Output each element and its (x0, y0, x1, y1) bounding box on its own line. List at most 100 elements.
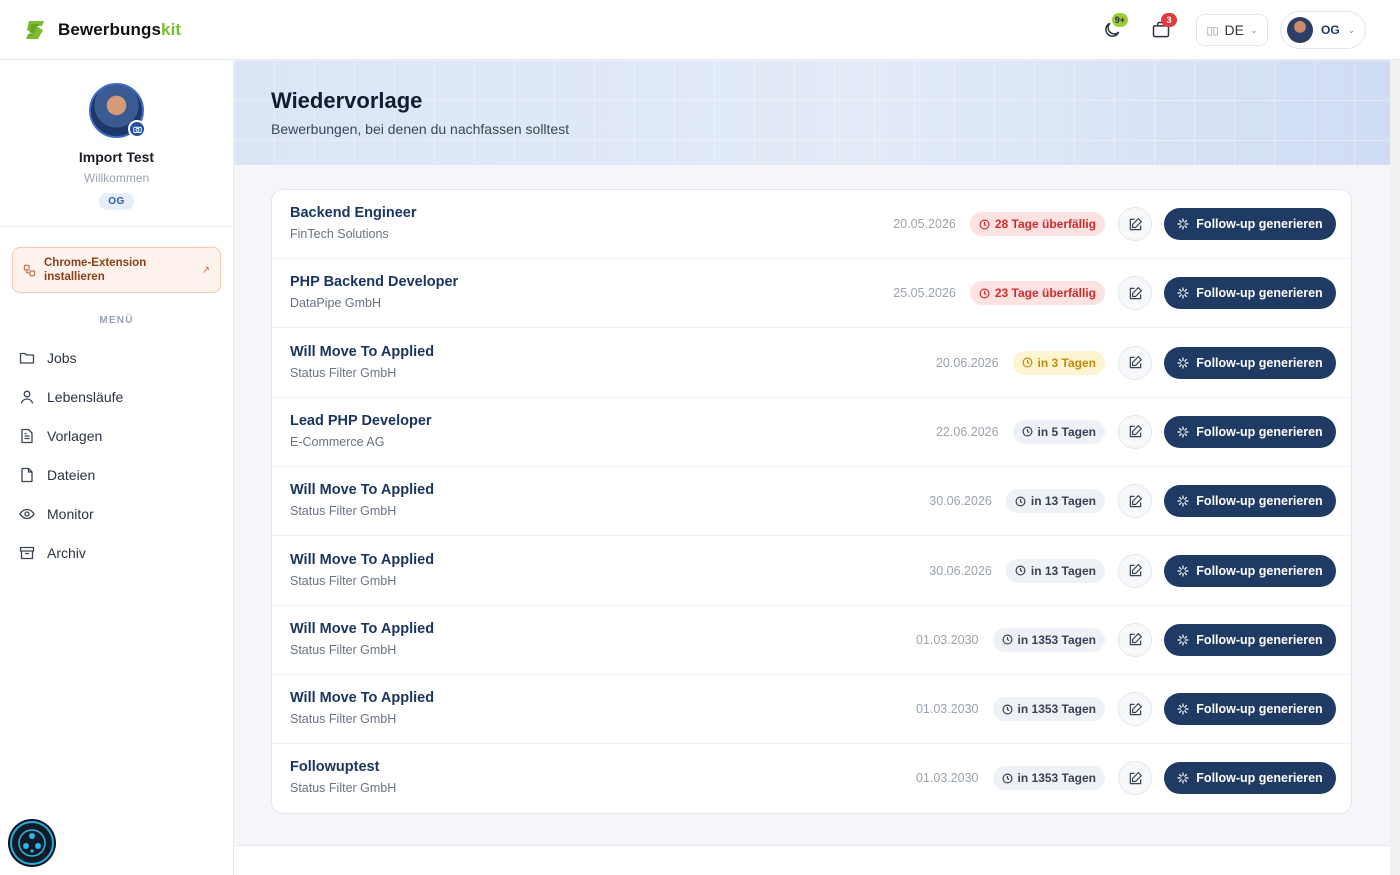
sidebar-item-archiv[interactable]: Archiv (0, 533, 233, 572)
generate-followup-label: Follow-up generieren (1196, 355, 1323, 370)
file-icon (21, 467, 33, 482)
due-status-label: in 13 Tagen (1030, 563, 1096, 578)
followup-date: 25.05.2026 (893, 286, 956, 301)
generate-followup-button[interactable]: Follow-up generieren (1164, 346, 1336, 379)
followup-row[interactable]: PHP Backend Developer DataPipe GmbH 25.0… (272, 259, 1351, 329)
edit-icon (1129, 771, 1142, 785)
language-select[interactable]: ▯▯ DE ⌄ (1196, 14, 1268, 46)
sidebar-item-label: Vorlagen (47, 427, 103, 444)
archive-icon (19, 546, 35, 559)
edit-icon (1129, 702, 1142, 715)
inbox-button[interactable]: 3 (1141, 11, 1181, 49)
followup-date: 30.06.2026 (929, 563, 992, 578)
generate-followup-label: Follow-up generieren (1196, 632, 1323, 647)
generate-followup-button[interactable]: Follow-up generieren (1164, 762, 1336, 795)
edit-button[interactable] (1118, 692, 1152, 727)
sparkle-icon (1177, 772, 1189, 784)
company-name: FinTech Solutions (290, 227, 389, 241)
sparkle-icon (1177, 356, 1189, 369)
generate-followup-button[interactable]: Follow-up generieren (1164, 693, 1336, 726)
followup-row[interactable]: Followuptest Status Filter GmbH 01.03.20… (272, 744, 1351, 813)
edit-icon (1129, 633, 1142, 646)
generate-followup-button[interactable]: Follow-up generieren (1164, 554, 1336, 587)
generate-followup-button[interactable]: Follow-up generieren (1164, 485, 1336, 518)
generate-followup-label: Follow-up generieren (1196, 494, 1323, 509)
due-status-badge: 28 Tage überfällig (969, 212, 1105, 236)
due-status-label: in 13 Tagen (1030, 494, 1096, 509)
generate-followup-label: Follow-up generieren (1196, 286, 1323, 301)
generate-followup-label: Follow-up generieren (1196, 424, 1323, 439)
edit-icon (1129, 356, 1142, 369)
camera-icon[interactable] (128, 120, 146, 138)
generate-followup-label: Follow-up generieren (1196, 702, 1323, 717)
sidebar-item-dateien[interactable]: Dateien (0, 455, 233, 494)
job-title-link[interactable]: Will Move To Applied (290, 552, 434, 568)
followup-row[interactable]: Will Move To Applied Status Filter GmbH … (272, 329, 1351, 398)
company-name: DataPipe GmbH (290, 296, 382, 311)
brand-name: Bewerbungskit (58, 20, 182, 39)
brand-logo-link[interactable]: Bewerbungskit (24, 18, 181, 42)
generate-followup-button[interactable]: Follow-up generieren (1164, 208, 1336, 240)
followup-row[interactable]: Lead PHP Developer E-Commerce AG 22.06.2… (272, 398, 1351, 467)
generate-followup-button[interactable]: Follow-up generieren (1164, 415, 1336, 448)
job-title-link[interactable]: Backend Engineer (290, 205, 417, 221)
followup-row[interactable]: Will Move To Applied Status Filter GmbH … (272, 675, 1351, 745)
folder-icon (19, 352, 35, 364)
extension-icon (23, 264, 36, 276)
followup-row[interactable]: Backend Engineer FinTech Solutions 20.05… (272, 190, 1351, 259)
clock-icon (979, 219, 990, 229)
job-title-link[interactable]: Lead PHP Developer (290, 413, 432, 429)
edit-button[interactable] (1118, 484, 1152, 519)
edit-button[interactable] (1118, 345, 1152, 380)
generate-followup-button[interactable]: Follow-up generieren (1164, 277, 1336, 310)
followup-date: 01.03.2030 (915, 771, 979, 786)
generate-followup-label: Follow-up generieren (1196, 771, 1323, 786)
job-title-link[interactable]: PHP Backend Developer (290, 274, 458, 290)
avatar (1287, 17, 1313, 43)
followup-row[interactable]: Will Move To Applied Status Filter GmbH … (272, 467, 1351, 537)
job-title-link[interactable]: Will Move To Applied (290, 621, 434, 637)
edit-button[interactable] (1118, 414, 1152, 449)
assistant-launcher-button[interactable] (10, 821, 54, 865)
document-icon (21, 428, 33, 443)
job-title-link[interactable]: Will Move To Applied (290, 482, 434, 498)
clock-icon (1002, 634, 1013, 645)
generate-followup-button[interactable]: Follow-up generieren (1164, 623, 1336, 656)
external-link-icon: ↗ (201, 264, 210, 276)
chrome-extension-label: Chrome-Extension installieren (44, 257, 147, 283)
notifications-button[interactable]: 9+ (1092, 11, 1132, 49)
followup-date: 20.05.2026 (893, 217, 956, 231)
edit-icon (1129, 217, 1142, 230)
edit-icon (1129, 425, 1142, 438)
edit-button[interactable] (1118, 276, 1152, 311)
edit-button[interactable] (1118, 622, 1152, 657)
followup-row[interactable]: Will Move To Applied Status Filter GmbH … (272, 537, 1351, 606)
sparkle-icon (1177, 703, 1189, 715)
sparkle-icon (1177, 218, 1189, 230)
profile-section: Import Test Willkommen OG (0, 60, 233, 210)
top-bar: Bewerbungskit 9+ 3 ▯▯ DE ⌄ OG ⌄ (0, 0, 1400, 60)
sidebar-item-lebenslaeufe[interactable]: Lebensläufe (0, 377, 233, 416)
sidebar-item-jobs[interactable]: Jobs (0, 338, 233, 377)
due-status-badge: 23 Tage überfällig (969, 281, 1105, 306)
edit-button[interactable] (1118, 761, 1152, 796)
due-status-badge: in 1353 Tagen (992, 697, 1105, 722)
sidebar-item-label: Archiv (47, 544, 86, 561)
profile-avatar[interactable] (89, 83, 146, 138)
sidebar-item-monitor[interactable]: Monitor (0, 494, 233, 533)
page-footer (234, 845, 1390, 875)
followup-date: 30.06.2026 (929, 494, 992, 509)
clock-icon (1002, 773, 1013, 784)
job-title-link[interactable]: Will Move To Applied (290, 690, 434, 706)
scrollbar[interactable] (1390, 60, 1400, 875)
sidebar-nav: Jobs Lebensläufe Vorlagen Dateien Monito… (0, 338, 233, 572)
job-title-link[interactable]: Will Move To Applied (290, 344, 434, 360)
user-menu-button[interactable]: OG ⌄ (1280, 11, 1366, 49)
sidebar-item-vorlagen[interactable]: Vorlagen (0, 416, 233, 455)
followup-row[interactable]: Will Move To Applied Status Filter GmbH … (272, 606, 1351, 675)
edit-icon (1129, 286, 1142, 300)
chrome-extension-button[interactable]: Chrome-Extension installieren ↗ (12, 247, 221, 293)
edit-button[interactable] (1118, 207, 1152, 241)
job-title-link[interactable]: Followuptest (290, 759, 379, 775)
edit-button[interactable] (1118, 553, 1152, 588)
